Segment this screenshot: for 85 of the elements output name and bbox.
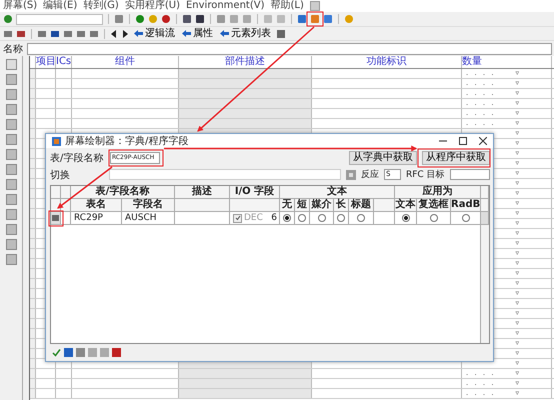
tool-icon[interactable] [6,119,16,130]
toolbar-button[interactable]: 属性 [180,28,215,39]
radio-button[interactable] [402,214,410,222]
column-header: I/O 字段 [230,186,280,198]
highlight-frame [306,12,324,26]
dialog-title: 屏幕绘制器：字典/程序字段 [65,134,188,148]
left-arrow-icon [220,30,229,37]
toolbar-button[interactable]: 逻辑流 [132,28,177,39]
radio-button[interactable] [462,214,470,222]
command-field[interactable] [16,14,103,24]
column-header: RadB [451,199,481,211]
column-header[interactable]: ICs [56,56,72,68]
column-header[interactable]: 组件 [72,56,179,68]
radio-button[interactable] [430,214,438,222]
menu-item[interactable]: Environment(V) [186,0,264,12]
left-arrow-icon [182,30,191,37]
tool-icon[interactable] [6,74,16,85]
radio-button[interactable] [318,214,326,222]
table-cell: RC29P [71,212,122,224]
highlight-frame [108,150,164,166]
field-label: 表/字段名称 [50,152,104,165]
close-icon[interactable] [479,137,487,145]
tool-icon[interactable] [6,179,16,190]
menu-item[interactable]: 编辑(E) [43,0,78,12]
get-button[interactable]: 从字典中获取 [349,151,417,165]
column-header: 媒介 [310,199,334,211]
radio-button[interactable] [337,214,345,222]
maximize-icon[interactable] [459,137,467,145]
tool-icon[interactable] [6,164,16,175]
rfc-label: RFC 目标 [406,168,445,181]
tool-icon[interactable] [6,59,16,70]
tool-icon[interactable] [6,254,16,265]
scroll-up-button[interactable] [481,212,489,224]
switch-label: 切换 [50,168,70,182]
tool-icon[interactable] [6,89,16,100]
menu-item[interactable]: 帮助(L) [270,0,304,12]
radio-button[interactable] [283,214,291,222]
menu-icon[interactable] [310,1,320,11]
column-header: 描述 [175,186,230,198]
switch-field[interactable] [109,169,341,180]
name-label: 名称 [3,42,23,56]
column-header: 文本 [395,199,417,211]
column-header[interactable]: 功能标识 [312,56,462,68]
radio-button[interactable] [357,214,365,222]
column-header: 无 [280,199,295,211]
tool-icon[interactable] [6,209,16,220]
group-header: 文本 [280,186,395,198]
rfc-field[interactable] [450,169,490,180]
menu-item[interactable]: 转到(G) [83,0,119,12]
tool-icon[interactable] [6,104,16,115]
check-icon[interactable] [52,348,61,357]
tool-icon[interactable] [6,194,16,205]
table-cell: AUSCH [122,212,175,224]
column-header: 长 [334,199,349,211]
left-arrow-icon[interactable] [110,30,118,38]
data-type: DEC [244,212,263,224]
app-icon [52,136,61,146]
column-header: 字段名 [122,199,175,211]
field-length: 6 [271,212,277,224]
help-icon[interactable] [344,14,354,24]
column-header: 表名 [71,199,122,211]
group-header: 表/字段名称 [71,186,175,198]
name-field[interactable] [27,42,552,54]
column-header: 短 [295,199,310,211]
tool-icon[interactable] [6,149,16,160]
left-arrow-icon [134,30,143,37]
menu-item[interactable]: 屏幕(S) [3,0,38,12]
reaction-label: 反应 [361,168,379,181]
column-header[interactable]: 数量 [462,56,552,68]
highlight-frame [48,210,64,226]
column-header: 标题 [349,199,374,211]
check-icon[interactable] [3,14,13,24]
settings-icon[interactable] [346,170,356,180]
io-checkbox[interactable] [233,214,242,222]
group-header: 应用为 [395,186,481,198]
row-selector[interactable] [51,212,61,224]
tool-icon[interactable] [6,134,16,145]
tool-icon[interactable] [6,239,16,250]
get-button[interactable]: 从程序中获取 [422,151,490,165]
column-header: 复选框 [417,199,451,211]
radio-button[interactable] [298,214,306,222]
toolbar-button[interactable]: 元素列表 [218,28,273,39]
column-header[interactable]: 项目 [36,56,56,68]
right-arrow-icon[interactable] [121,30,129,38]
tool-icon[interactable] [6,224,16,235]
